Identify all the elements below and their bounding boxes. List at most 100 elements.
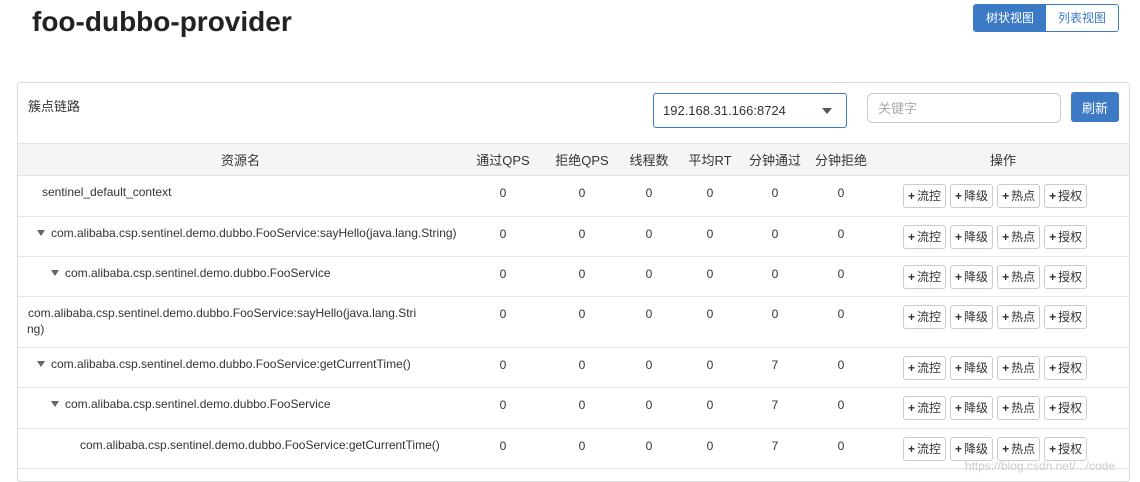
resource-name-text: com.alibaba.csp.sentinel.demo.dubbo.FooS… <box>51 226 457 240</box>
col-avg-rt: 平均RT <box>688 153 732 168</box>
button-label: 流控 <box>917 361 942 375</box>
flow-control-button[interactable]: + 流控 <box>903 184 947 208</box>
metric-cell: 0 <box>771 307 779 321</box>
metric-cell: 0 <box>499 227 507 241</box>
button-label: 降级 <box>964 230 989 244</box>
flow-control-button[interactable]: + 流控 <box>903 225 947 249</box>
col-minute-block: 分钟拒绝 <box>814 153 867 168</box>
resource-name-text: com.alibaba.csp.sentinel.demo.dubbo.FooS… <box>28 306 417 320</box>
plus-icon: + <box>908 189 916 203</box>
button-label: 授权 <box>1058 230 1083 244</box>
expand-triangle-icon[interactable] <box>37 360 45 367</box>
plus-icon: + <box>955 401 963 415</box>
authority-button[interactable]: + 授权 <box>1044 437 1088 461</box>
hotspot-button[interactable]: + 热点 <box>997 437 1041 461</box>
authority-button[interactable]: + 授权 <box>1044 305 1088 329</box>
plus-icon: + <box>1049 270 1057 284</box>
metric-cell: 0 <box>645 398 653 412</box>
hotspot-button[interactable]: + 热点 <box>997 225 1041 249</box>
button-label: 流控 <box>917 310 942 324</box>
button-label: 流控 <box>917 401 942 415</box>
plus-icon: + <box>1049 230 1057 244</box>
degrade-button[interactable]: + 降级 <box>950 225 994 249</box>
flow-control-button[interactable]: + 流控 <box>903 396 947 420</box>
plus-icon: + <box>955 361 963 375</box>
button-label: 流控 <box>917 442 942 456</box>
degrade-button[interactable]: + 降级 <box>950 305 994 329</box>
button-label: 授权 <box>1058 189 1083 203</box>
degrade-button[interactable]: + 降级 <box>950 184 994 208</box>
hotspot-button[interactable]: + 热点 <box>997 184 1041 208</box>
metric-cell: 0 <box>771 186 779 200</box>
metric-cell: 0 <box>499 307 507 321</box>
authority-button[interactable]: + 授权 <box>1044 356 1088 380</box>
hotspot-button[interactable]: + 热点 <box>997 265 1041 289</box>
hotspot-button[interactable]: + 热点 <box>997 356 1041 380</box>
button-label: 授权 <box>1058 442 1083 456</box>
view-toggle: 树状视图 列表视图 <box>973 4 1120 32</box>
metric-cell: 0 <box>499 398 507 412</box>
flow-control-button[interactable]: + 流控 <box>903 437 947 461</box>
expand-triangle-icon[interactable] <box>37 229 45 236</box>
plus-icon: + <box>1002 189 1010 203</box>
metric-cell: 0 <box>837 307 845 321</box>
button-label: 热点 <box>1011 442 1036 456</box>
button-label: 热点 <box>1011 189 1036 203</box>
plus-icon: + <box>908 401 916 415</box>
hotspot-button[interactable]: + 热点 <box>997 305 1041 329</box>
list-view-button[interactable]: 列表视图 <box>1046 5 1119 31</box>
metric-cell: 0 <box>837 227 845 241</box>
expand-triangle-icon[interactable] <box>51 269 59 276</box>
expand-triangle-icon[interactable] <box>51 400 59 407</box>
hotspot-button[interactable]: + 热点 <box>997 396 1041 420</box>
plus-icon: + <box>1002 442 1010 456</box>
authority-button[interactable]: + 授权 <box>1044 396 1088 420</box>
button-label: 热点 <box>1011 230 1036 244</box>
table-header: 资源名 通过QPS 拒绝QPS 线程数 平均RT 分钟通过 分钟拒绝 操作 <box>18 143 1129 176</box>
resource-name: com.alibaba.csp.sentinel.demo.dubbo.FooS… <box>51 397 331 411</box>
metric-cell: 0 <box>578 267 586 281</box>
degrade-button[interactable]: + 降级 <box>950 356 994 380</box>
plus-icon: + <box>1049 189 1057 203</box>
authority-button[interactable]: + 授权 <box>1044 184 1088 208</box>
plus-icon: + <box>955 270 963 284</box>
flow-control-button[interactable]: + 流控 <box>903 265 947 289</box>
search-input[interactable] <box>867 93 1061 123</box>
authority-button[interactable]: + 授权 <box>1044 265 1088 289</box>
machine-select[interactable]: 192.168.31.166:8724 <box>653 93 847 128</box>
metric-cell: 0 <box>578 358 586 372</box>
button-label: 降级 <box>964 270 989 284</box>
metric-cell: 7 <box>771 439 779 453</box>
flow-control-button[interactable]: + 流控 <box>903 356 947 380</box>
tree-view-button[interactable]: 树状视图 <box>974 5 1047 31</box>
degrade-button[interactable]: + 降级 <box>950 437 994 461</box>
metric-cell: 0 <box>706 398 714 412</box>
metric-cell: 0 <box>837 358 845 372</box>
resource-name-text: sentinel_default_context <box>42 185 172 199</box>
plus-icon: + <box>1002 361 1010 375</box>
button-label: 降级 <box>964 310 989 324</box>
operation-buttons: + 流控 + 降级 + 热点 + 授权 <box>903 305 1088 329</box>
metric-cell: 0 <box>578 398 586 412</box>
resource-name: com.alibaba.csp.sentinel.demo.dubbo.FooS… <box>80 438 440 452</box>
flow-control-button[interactable]: + 流控 <box>903 305 947 329</box>
metric-cell: 0 <box>645 307 653 321</box>
resource-name-text: com.alibaba.csp.sentinel.demo.dubbo.FooS… <box>80 438 440 452</box>
metric-cell: 0 <box>578 307 586 321</box>
metric-cell: 0 <box>771 267 779 281</box>
resource-name-wrap: ng) <box>27 322 45 336</box>
degrade-button[interactable]: + 降级 <box>950 265 994 289</box>
plus-icon: + <box>908 230 916 244</box>
metric-cell: 0 <box>499 267 507 281</box>
col-pass-qps: 通过QPS <box>476 153 530 168</box>
resource-name-text: com.alibaba.csp.sentinel.demo.dubbo.FooS… <box>65 397 331 411</box>
refresh-button[interactable]: 刷新 <box>1071 92 1119 122</box>
plus-icon: + <box>1002 401 1010 415</box>
authority-button[interactable]: + 授权 <box>1044 225 1088 249</box>
metric-cell: 0 <box>706 227 714 241</box>
metric-cell: 0 <box>645 227 653 241</box>
degrade-button[interactable]: + 降级 <box>950 396 994 420</box>
button-label: 热点 <box>1011 401 1036 415</box>
col-threads: 线程数 <box>629 153 669 168</box>
button-label: 降级 <box>964 189 989 203</box>
